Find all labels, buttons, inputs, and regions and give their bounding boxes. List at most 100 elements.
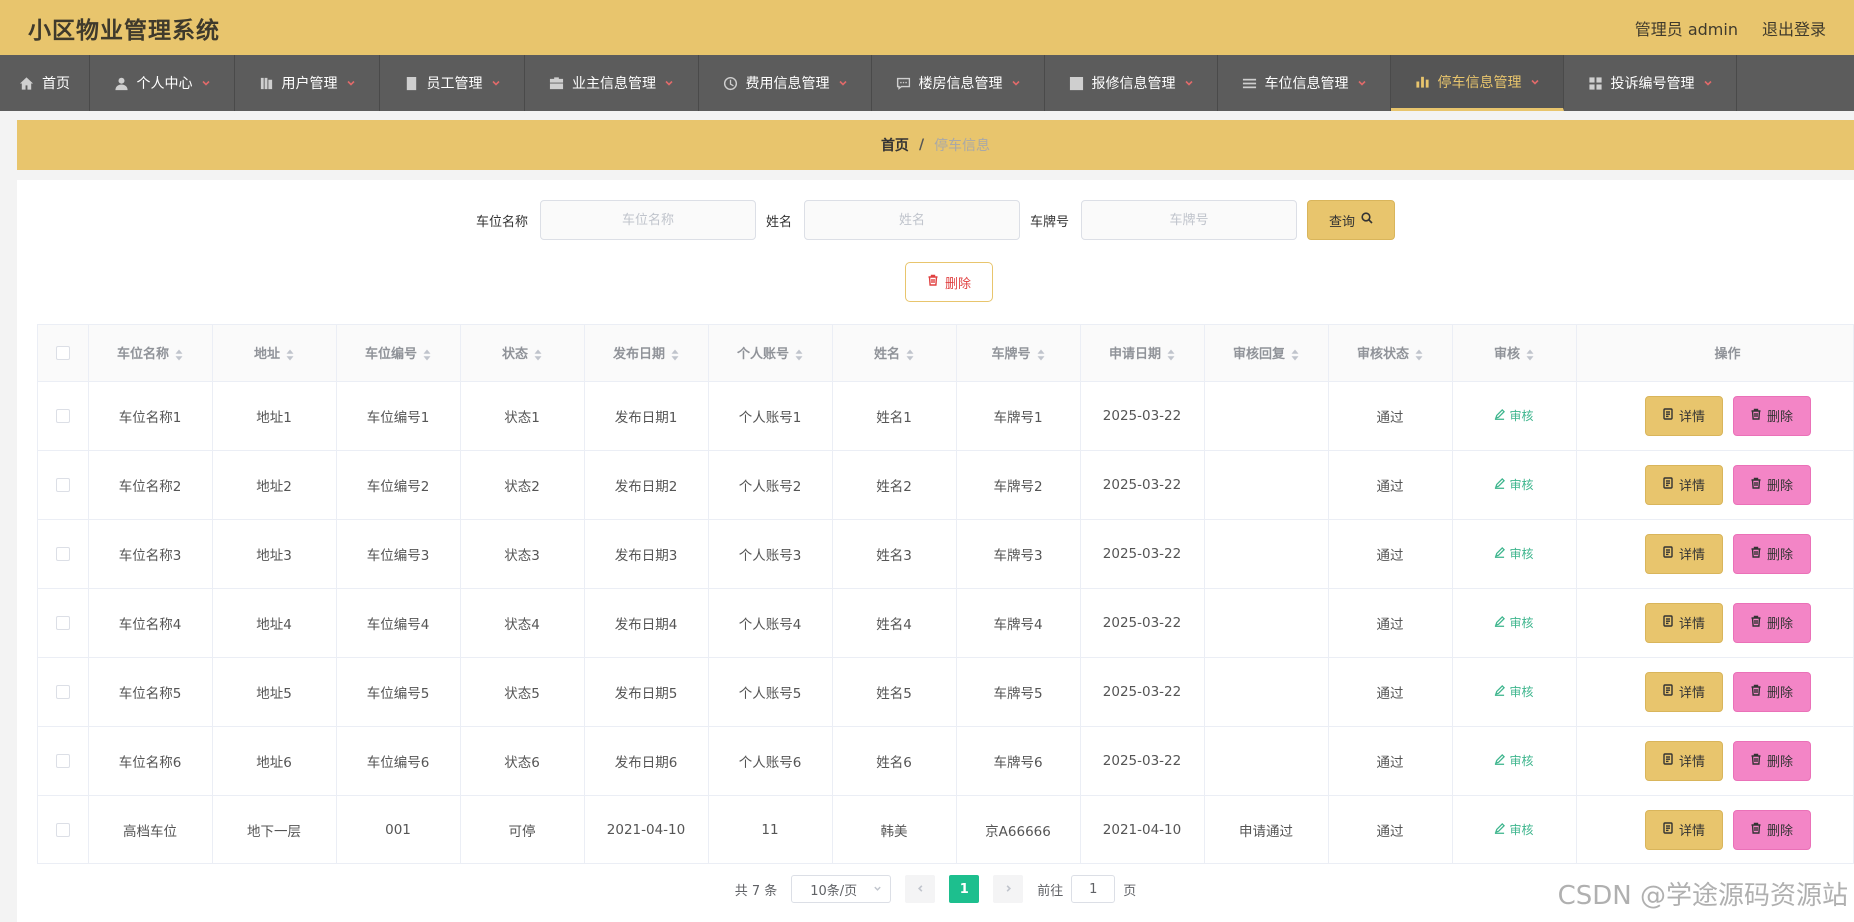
review-link[interactable]: 审核 [1494,821,1534,838]
sort-icon[interactable] [1291,349,1299,361]
row-checkbox[interactable] [55,822,70,837]
breadcrumb-home[interactable]: 首页 [881,135,909,155]
row-actions: 详情 删除 [1577,740,1854,781]
sort-icon[interactable] [423,349,431,361]
review-link[interactable]: 审核 [1494,476,1534,493]
column-header[interactable]: 发布日期 [584,325,709,382]
row-select-cell [38,381,89,451]
sort-icon[interactable] [1415,349,1423,361]
row-checkbox[interactable] [55,546,70,561]
row-checkbox[interactable] [55,615,70,630]
plate-input[interactable] [1081,200,1298,240]
delete-button[interactable]: 删除 [1732,809,1811,850]
page-number-current[interactable]: 1 [949,875,980,903]
sort-icon[interactable] [795,349,803,361]
table-cell: 申请通过 [1204,795,1329,863]
column-header[interactable]: 审核回复 [1204,325,1329,382]
row-checkbox[interactable] [55,684,70,699]
column-header[interactable]: 车位名称 [88,325,213,382]
home-icon [19,76,34,91]
page-size-select[interactable]: 10条/页 [791,875,892,903]
chevron-down-icon [1184,78,1194,88]
table-cell: 2025-03-22 [1080,450,1205,520]
main-nav: 首页 个人中心 用户管理 员工管理 业主信息管理 费用信息管理 楼房信息管理 报修信息管理 车位… [0,55,1854,111]
chevron-down-icon [664,78,674,88]
sort-icon[interactable] [1526,349,1534,361]
name-input[interactable] [804,200,1020,240]
select-all-checkbox[interactable] [55,345,70,360]
nav-item-7[interactable]: 报修信息管理 [1045,55,1218,111]
user-icon [114,76,129,91]
delete-button[interactable]: 删除 [1732,671,1811,712]
spot-name-input[interactable] [539,200,756,240]
delete-label: 删除 [1766,755,1793,770]
column-header[interactable]: 车牌号 [956,325,1081,382]
review-link[interactable]: 审核 [1494,614,1534,631]
row-checkbox[interactable] [55,408,70,423]
row-checkbox[interactable] [55,753,70,768]
detail-button[interactable]: 详情 [1644,395,1723,436]
detail-button[interactable]: 详情 [1644,740,1723,781]
nav-item-8[interactable]: 车位信息管理 [1218,55,1391,111]
nav-item-0[interactable]: 首页 [0,55,90,111]
sort-icon[interactable] [286,349,294,361]
nav-item-1[interactable]: 个人中心 [90,55,235,111]
table-body: 车位名称1 地址1 车位编号1 状态1 发布日期1 个人账号1 姓名1 车牌号1 2025-03… [38,381,1854,863]
bulk-delete-button[interactable]: 删除 [905,262,993,302]
sort-icon[interactable] [671,349,679,361]
goto-page-input[interactable] [1071,875,1116,903]
trash-icon [1750,615,1762,631]
column-header[interactable]: 审核 [1452,325,1577,382]
detail-button[interactable]: 详情 [1644,602,1723,643]
table-cell [1204,519,1329,589]
table-cell: 车牌号3 [956,519,1081,589]
query-button[interactable]: 查询 [1307,200,1396,240]
detail-button[interactable]: 详情 [1644,464,1723,505]
logout-link[interactable]: 退出登录 [1762,16,1826,40]
query-button-label: 查询 [1329,214,1356,230]
column-header[interactable]: 申请日期 [1080,325,1205,382]
sort-icon[interactable] [906,349,914,361]
nav-item-6[interactable]: 楼房信息管理 [872,55,1045,111]
review-cell: 审核 [1452,450,1577,520]
column-header[interactable]: 个人账号 [708,325,833,382]
review-link[interactable]: 审核 [1494,752,1534,769]
review-link[interactable]: 审核 [1494,545,1534,562]
sort-icon[interactable] [1167,349,1175,361]
review-label: 审核 [1509,616,1534,630]
nav-item-label: 员工管理 [426,76,483,92]
sort-icon[interactable] [534,349,542,361]
detail-button[interactable]: 详情 [1644,671,1723,712]
prev-page-button[interactable] [905,875,936,903]
delete-button[interactable]: 删除 [1732,464,1811,505]
column-header[interactable]: 状态 [460,325,585,382]
column-header[interactable]: 审核状态 [1328,325,1453,382]
review-link[interactable]: 审核 [1494,683,1534,700]
table-cell: 车位名称4 [88,588,213,658]
row-actions: 详情 删除 [1577,464,1854,505]
nav-item-3[interactable]: 员工管理 [380,55,525,111]
nav-item-2[interactable]: 用户管理 [235,55,380,111]
next-page-button[interactable] [993,875,1024,903]
row-checkbox[interactable] [55,477,70,492]
nav-item-4[interactable]: 业主信息管理 [525,55,699,111]
delete-button[interactable]: 删除 [1732,533,1811,574]
column-header[interactable]: 姓名 [832,325,957,382]
sort-icon[interactable] [175,349,183,361]
review-cell: 审核 [1452,726,1577,796]
table-cell: 通过 [1328,450,1453,520]
review-link[interactable]: 审核 [1494,407,1534,424]
delete-button[interactable]: 删除 [1732,395,1811,436]
nav-item-9[interactable]: 停车信息管理 [1391,55,1564,111]
detail-button[interactable]: 详情 [1644,809,1723,850]
sort-icon[interactable] [1037,349,1045,361]
column-header[interactable]: 地址 [212,325,337,382]
table-cell: 发布日期5 [584,657,709,727]
delete-button[interactable]: 删除 [1732,740,1811,781]
nav-item-5[interactable]: 费用信息管理 [699,55,872,111]
column-header[interactable]: 车位编号 [336,325,461,382]
nav-item-10[interactable]: 投诉编号管理 [1564,55,1737,111]
delete-button[interactable]: 删除 [1732,602,1811,643]
detail-button[interactable]: 详情 [1644,533,1723,574]
search-group-name: 姓名 [766,200,1020,240]
